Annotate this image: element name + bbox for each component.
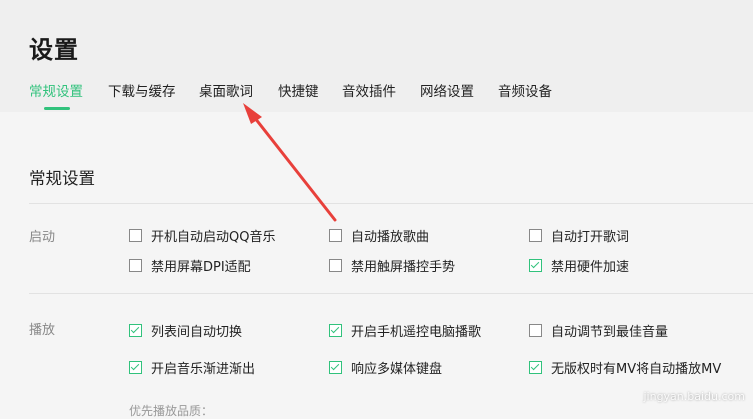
tab-desktop-lyrics[interactable]: 桌面歌词 (199, 80, 253, 100)
option-disable-touch-gestures[interactable]: 禁用触屏播控手势 (329, 256, 455, 275)
option-media-keyboard[interactable]: 响应多媒体键盘 (329, 358, 442, 377)
option-label: 开机自动启动QQ音乐 (151, 230, 276, 245)
quality-label: 优先播放品质： (129, 404, 214, 418)
option-label: 列表间自动切换 (151, 325, 243, 340)
checkbox[interactable] (129, 229, 142, 242)
checkbox-checked[interactable] (529, 361, 542, 374)
option-disable-dpi[interactable]: 禁用屏幕DPI适配 (129, 256, 251, 275)
active-tab-indicator (44, 107, 70, 110)
tab-network-settings[interactable]: 网络设置 (420, 80, 474, 100)
tab-sound-plugins[interactable]: 音效插件 (342, 80, 396, 100)
checkbox[interactable] (129, 259, 142, 272)
option-disable-hw-accel[interactable]: 禁用硬件加速 (529, 256, 629, 275)
option-auto-play-mv[interactable]: 无版权时有MV将自动播放MV (529, 358, 721, 377)
option-fade-in-out[interactable]: 开启音乐渐进渐出 (129, 358, 255, 377)
option-auto-play[interactable]: 自动播放歌曲 (329, 226, 429, 245)
checkbox-checked[interactable] (529, 259, 542, 272)
option-label: 无版权时有MV将自动播放MV (551, 362, 722, 377)
checkbox[interactable] (529, 229, 542, 242)
checkbox-checked[interactable] (329, 361, 342, 374)
watermark: jingyan.baidu.com (643, 390, 745, 403)
group-label-startup: 启动 (29, 230, 56, 245)
checkbox-checked[interactable] (329, 324, 342, 337)
checkbox[interactable] (329, 229, 342, 242)
tab-general[interactable]: 常规设置 (29, 80, 83, 100)
option-label: 开启手机遥控电脑播歌 (351, 325, 482, 340)
tab-download-cache[interactable]: 下载与缓存 (108, 80, 176, 100)
tab-shortcuts[interactable]: 快捷键 (278, 80, 319, 100)
checkbox[interactable] (329, 259, 342, 272)
option-label: 禁用屏幕DPI适配 (151, 260, 251, 275)
option-label: 禁用触屏播控手势 (351, 260, 456, 275)
checkbox[interactable] (529, 324, 542, 337)
checkbox-checked[interactable] (129, 361, 142, 374)
option-auto-open-lyrics[interactable]: 自动打开歌词 (529, 226, 629, 245)
tab-bar: 常规设置 下载与缓存 桌面歌词 快捷键 音效插件 网络设置 音频设备 (0, 80, 753, 112)
divider (29, 293, 753, 294)
option-label: 自动调节到最佳音量 (551, 325, 669, 340)
option-label: 响应多媒体键盘 (351, 362, 443, 377)
checkbox-checked[interactable] (129, 324, 142, 337)
tab-audio-devices[interactable]: 音频设备 (498, 80, 552, 100)
option-list-auto-switch[interactable]: 列表间自动切换 (129, 321, 242, 340)
option-label: 禁用硬件加速 (551, 260, 630, 275)
page-title: 设置 (29, 36, 79, 64)
option-label: 开启音乐渐进渐出 (151, 362, 256, 377)
group-label-playback: 播放 (29, 323, 56, 338)
option-label: 自动打开歌词 (551, 230, 630, 245)
header: 设置 常规设置 下载与缓存 桌面歌词 快捷键 音效插件 网络设置 音频设备 (0, 0, 753, 112)
section-title: 常规设置 (29, 169, 95, 188)
option-label: 自动播放歌曲 (351, 230, 430, 245)
divider (29, 203, 753, 204)
option-phone-remote[interactable]: 开启手机遥控电脑播歌 (329, 321, 481, 340)
option-auto-start[interactable]: 开机自动启动QQ音乐 (129, 226, 275, 245)
option-auto-volume[interactable]: 自动调节到最佳音量 (529, 321, 668, 340)
